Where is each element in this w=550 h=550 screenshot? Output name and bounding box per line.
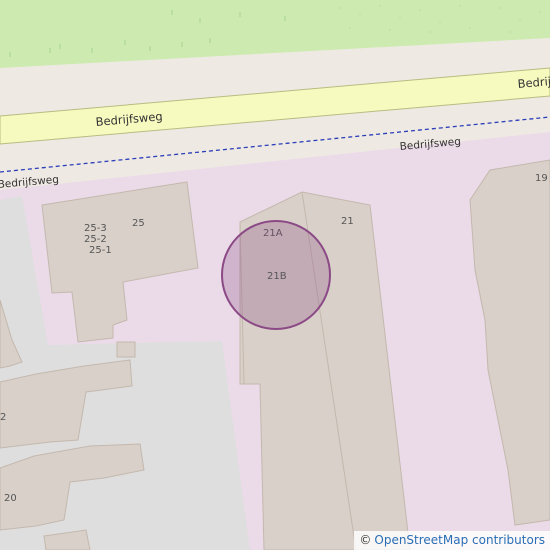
house-number-25: 25 xyxy=(132,218,145,229)
house-number-25-3: 25-3 xyxy=(84,223,107,234)
attribution-link[interactable]: OpenStreetMap contributors xyxy=(374,533,545,547)
house-number-21: 21 xyxy=(341,216,354,227)
house-number-21b: 21B xyxy=(267,271,287,282)
map-view[interactable]: Bedrijfsweg Bedrijfsweg Bedrijfsweg Bedr… xyxy=(0,0,550,550)
copyright-symbol: © xyxy=(359,533,372,547)
map-canvas: Bedrijfsweg Bedrijfsweg Bedrijfsweg Bedr… xyxy=(0,0,550,550)
house-number-25-1: 25-1 xyxy=(89,245,112,256)
building-small xyxy=(116,341,136,358)
attribution: © OpenStreetMap contributors xyxy=(354,531,550,550)
house-number-25-2: 25-2 xyxy=(84,234,107,245)
house-number-2: 2 xyxy=(0,412,6,423)
house-number-20: 20 xyxy=(4,493,17,504)
house-number-19: 19 xyxy=(535,173,548,184)
